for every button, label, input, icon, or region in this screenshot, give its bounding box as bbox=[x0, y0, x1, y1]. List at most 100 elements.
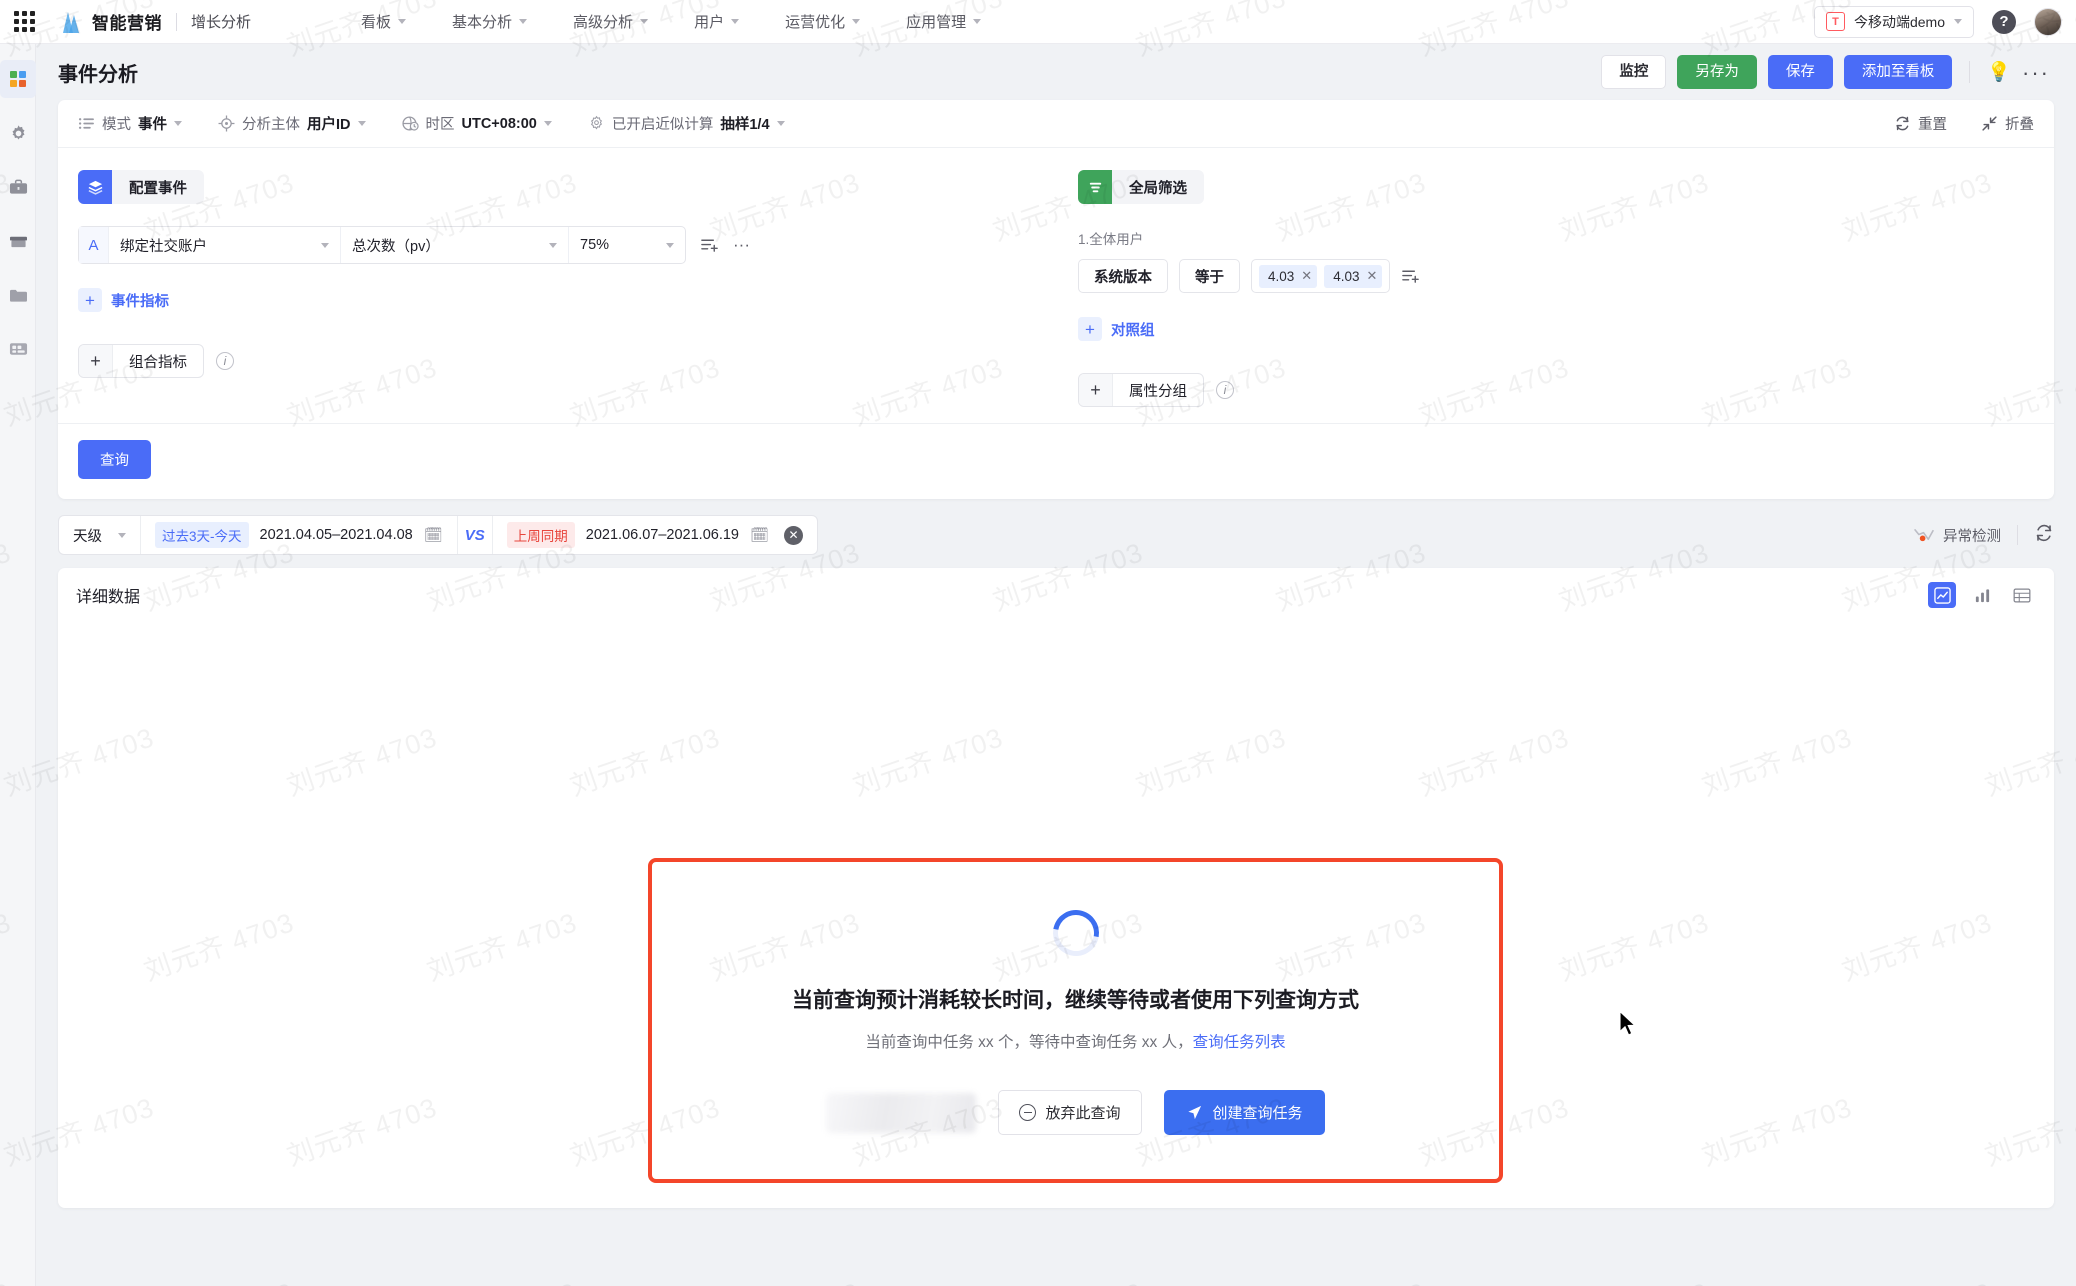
config-events-label: 配置事件 bbox=[129, 180, 187, 197]
page-header-actions: 监控 另存为 保存 添加至看板 💡 ··· bbox=[1601, 54, 2050, 90]
combo-metric-label: 组合指标 bbox=[129, 354, 187, 371]
date-range-compare[interactable]: 上周同期 2021.06.07–2021.06.19 🗓 ✕ bbox=[493, 516, 817, 554]
plus-icon: + bbox=[1079, 374, 1113, 406]
filter-value-tag[interactable]: 4.03 ✕ bbox=[1259, 264, 1318, 288]
property-group-row: + 属性分组 i bbox=[1078, 373, 2034, 407]
rail-item-archive[interactable] bbox=[0, 222, 36, 260]
brand-logo-icon bbox=[63, 11, 79, 33]
line-chart-icon[interactable] bbox=[1928, 582, 1956, 608]
project-selector[interactable]: T 今移动端demo bbox=[1813, 5, 1974, 38]
project-badge: T bbox=[1825, 12, 1845, 31]
approx-value: 抽样1/4 bbox=[720, 117, 770, 133]
chevron-down-icon bbox=[1954, 19, 1962, 24]
rail-item-projects[interactable] bbox=[0, 168, 36, 206]
granularity-select[interactable]: 天级 bbox=[59, 516, 141, 554]
add-filter-condition-icon[interactable] bbox=[1401, 267, 1420, 285]
folder-icon bbox=[9, 289, 27, 302]
loading-spinner-icon bbox=[1043, 900, 1108, 966]
filter-icon bbox=[1078, 170, 1112, 204]
briefcase-icon bbox=[9, 179, 27, 194]
grid-apps-icon[interactable] bbox=[0, 0, 48, 44]
timezone-selector[interactable]: 时区 UTC+08:00 bbox=[401, 113, 552, 134]
add-filter-icon[interactable] bbox=[700, 236, 719, 254]
more-options-icon[interactable]: ··· bbox=[2022, 61, 2050, 83]
add-event-metric-button[interactable]: + 事件指标 bbox=[78, 288, 169, 312]
add-to-board-button[interactable]: 添加至看板 bbox=[1843, 54, 1953, 90]
event-name-select[interactable]: 绑定社交账户 bbox=[109, 227, 341, 263]
result-header: 详细数据 bbox=[58, 568, 2054, 622]
filter-property-select[interactable]: 系统版本 bbox=[1078, 259, 1168, 293]
rail-item-folder[interactable] bbox=[0, 276, 36, 314]
create-query-task-button[interactable]: 创建查询任务 bbox=[1163, 1090, 1325, 1135]
vs-label: VS bbox=[456, 516, 493, 554]
collapse-button[interactable]: 折叠 bbox=[1981, 113, 2034, 134]
nav-item-1[interactable]: 基本分析 bbox=[452, 11, 528, 32]
collapse-arrows-icon bbox=[1982, 116, 1997, 131]
combo-metric-row: + 组合指标 i bbox=[78, 344, 1046, 378]
info-icon[interactable]: i bbox=[1216, 381, 1234, 399]
bar-chart-icon[interactable] bbox=[1968, 582, 1996, 608]
analysis-subject-selector[interactable]: 分析主体 用户ID bbox=[218, 113, 366, 134]
brand: 智能营销 增长分析 bbox=[48, 9, 251, 34]
query-task-list-link[interactable]: 查询任务列表 bbox=[1193, 1034, 1286, 1051]
calendar-icon[interactable]: 🗓 bbox=[424, 526, 443, 544]
calendar-icon[interactable]: 🗓 bbox=[750, 526, 769, 544]
nav-item-4[interactable]: 运营优化 bbox=[785, 11, 861, 32]
anomaly-detection-button[interactable]: 异常检测 bbox=[1914, 525, 2001, 546]
long-query-modal: 当前查询预计消耗较长时间，继续等待或者使用下列查询方式 当前查询中任务 xx 个… bbox=[648, 858, 1503, 1183]
nav-item-2[interactable]: 高级分析 bbox=[573, 11, 649, 32]
help-icon[interactable]: ? bbox=[1992, 9, 2016, 34]
metric-letter: A bbox=[79, 227, 109, 263]
filter-value-text: 4.03 bbox=[1333, 268, 1360, 284]
reset-label: 重置 bbox=[1918, 117, 1947, 133]
rail-item-dashboard[interactable] bbox=[0, 60, 36, 98]
close-icon[interactable]: ✕ bbox=[1366, 268, 1377, 284]
lightbulb-icon[interactable]: 💡 bbox=[1987, 60, 2011, 84]
filter-condition-row: 系统版本 等于 4.03 ✕ 4.03 ✕ bbox=[1078, 259, 2034, 293]
chevron-down-icon bbox=[776, 121, 785, 126]
brand-subtitle: 增长分析 bbox=[191, 14, 252, 31]
page-title: 事件分析 bbox=[58, 63, 138, 86]
plus-icon: + bbox=[79, 345, 113, 377]
config-toolbar: 模式 事件 分析主体 用户ID 时区 UTC+08:00 已开启近似计算 抽样1… bbox=[58, 100, 2054, 148]
chevron-down-icon bbox=[174, 121, 182, 126]
add-control-group-button[interactable]: + 对照组 bbox=[1078, 317, 1155, 341]
avatar[interactable] bbox=[2034, 7, 2062, 36]
add-combo-metric-button[interactable]: + 组合指标 bbox=[78, 344, 204, 378]
abandon-query-button[interactable]: 放弃此查询 bbox=[998, 1090, 1142, 1135]
nav-item-3[interactable]: 用户 bbox=[694, 11, 740, 32]
filter-value-tag[interactable]: 4.03 ✕ bbox=[1324, 264, 1383, 288]
collapse-label: 折叠 bbox=[2005, 117, 2034, 133]
create-query-task-label: 创建查询任务 bbox=[1212, 1105, 1303, 1122]
reset-button[interactable]: 重置 bbox=[1894, 113, 1947, 134]
clear-compare-icon[interactable]: ✕ bbox=[784, 525, 804, 545]
top-navigation-bar: 智能营销 增长分析 看板 基本分析 高级分析 用户 运营优化 应用管理 T 今移… bbox=[0, 0, 2076, 44]
add-property-group-button[interactable]: + 属性分组 bbox=[1078, 373, 1204, 407]
aggregation-select[interactable]: 总次数（pv） bbox=[341, 227, 569, 263]
globe-clock-icon bbox=[401, 116, 419, 131]
table-icon[interactable] bbox=[2008, 582, 2036, 608]
save-as-button[interactable]: 另存为 bbox=[1677, 54, 1757, 90]
modal-title: 当前查询预计消耗较长时间，继续等待或者使用下列查询方式 bbox=[792, 989, 1359, 1012]
approx-calc-selector[interactable]: 已开启近似计算 抽样1/4 bbox=[588, 113, 785, 134]
rail-item-sql[interactable] bbox=[0, 330, 36, 368]
refresh-icon[interactable] bbox=[2034, 523, 2054, 548]
date-range-primary[interactable]: 过去3天-今天 2021.04.05–2021.04.08 🗓 bbox=[141, 516, 457, 554]
close-icon[interactable]: ✕ bbox=[1301, 268, 1312, 284]
nav-item-0[interactable]: 看板 bbox=[361, 11, 407, 32]
add-event-metric-label: 事件指标 bbox=[111, 293, 169, 310]
query-button[interactable]: 查询 bbox=[78, 440, 151, 479]
metric-more-icon[interactable]: ··· bbox=[733, 235, 750, 255]
save-button[interactable]: 保存 bbox=[1767, 54, 1833, 90]
nav-item-label: 运营优化 bbox=[785, 14, 846, 31]
left-rail bbox=[0, 44, 36, 1286]
filter-operator-select[interactable]: 等于 bbox=[1179, 259, 1240, 293]
filter-values-box[interactable]: 4.03 ✕ 4.03 ✕ bbox=[1251, 259, 1391, 293]
info-icon[interactable]: i bbox=[216, 352, 234, 370]
monitor-button[interactable]: 监控 bbox=[1601, 54, 1667, 90]
nav-item-5[interactable]: 应用管理 bbox=[906, 11, 982, 32]
layers-icon bbox=[78, 170, 112, 204]
mode-selector[interactable]: 模式 事件 bbox=[78, 113, 182, 134]
rail-item-settings[interactable] bbox=[0, 114, 36, 152]
percent-select[interactable]: 75% bbox=[569, 227, 685, 263]
